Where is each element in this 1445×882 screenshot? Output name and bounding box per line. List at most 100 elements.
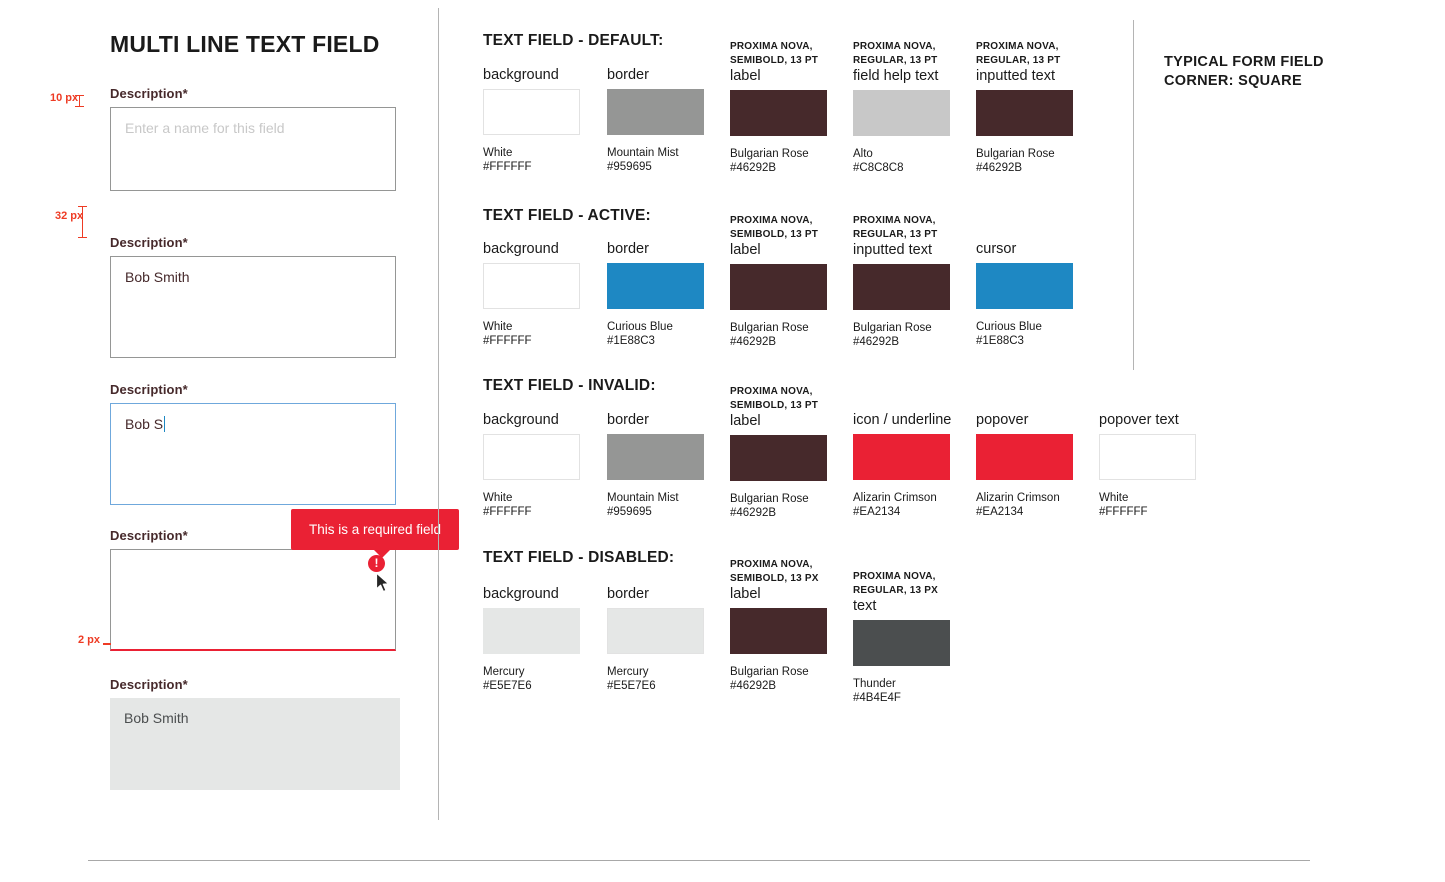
swatch-name: text: [853, 598, 877, 614]
swatch-hex: #FFFFFF: [483, 161, 532, 173]
divider-right: [1133, 20, 1134, 370]
swatch-color-name: Bulgarian Rose: [730, 148, 809, 160]
swatch-chip: [730, 264, 827, 310]
textarea-active[interactable]: Bob S: [110, 403, 396, 505]
swatch-chip: [976, 90, 1073, 136]
swatch-disabled-label: PROXIMA NOVA, SEMIBOLD, 13 PX label Bulg…: [730, 558, 840, 693]
swatch-chip: [730, 90, 827, 136]
measure-line-32px: [82, 206, 83, 238]
swatch-font-note: PROXIMA NOVA, REGULAR, 13 PT: [853, 41, 938, 66]
spec-heading-invalid: TEXT FIELD - INVALID:: [483, 377, 656, 394]
swatch-name: inputted text: [853, 242, 932, 258]
measure-line-2px: [103, 643, 111, 645]
swatch-name: field help text: [853, 68, 939, 84]
swatch-color-name: Bulgarian Rose: [730, 322, 809, 334]
swatch-disabled-text: PROXIMA NOVA, REGULAR, 13 PX text Thunde…: [853, 570, 963, 705]
swatch-hex: #959695: [607, 506, 652, 518]
swatch-hex: #E5E7E6: [483, 680, 532, 692]
bottom-rule: [88, 860, 1310, 861]
divider-left: [438, 8, 439, 820]
swatch-default-inputted-text: PROXIMA NOVA, REGULAR, 13 PT inputted te…: [976, 40, 1086, 175]
swatch-font-note: PROXIMA NOVA, REGULAR, 13 PX: [853, 571, 939, 596]
field-label-disabled: Description*: [110, 677, 188, 692]
measure-cap-32px-bottom: [78, 237, 87, 238]
textarea-invalid[interactable]: [110, 549, 396, 651]
swatch-name: label: [730, 68, 761, 84]
swatch-hex: #46292B: [853, 336, 900, 348]
textarea-value-disabled: Bob Smith: [124, 710, 189, 726]
textarea-filled[interactable]: Bob Smith: [110, 256, 396, 358]
swatch-chip: [853, 264, 950, 310]
swatch-hex: #46292B: [976, 162, 1023, 174]
swatch-name: icon / underline: [853, 412, 952, 428]
swatch-hex: #46292B: [730, 680, 777, 692]
swatch-color-name: Mercury: [607, 666, 649, 678]
swatch-color-name: Mountain Mist: [607, 492, 679, 504]
textarea-default[interactable]: Enter a name for this field: [110, 107, 396, 191]
swatch-name: border: [607, 586, 649, 602]
swatch-active-background: background White #FFFFFF: [483, 240, 593, 348]
swatch-chip: [607, 89, 704, 135]
swatch-color-name: White: [483, 492, 513, 504]
swatch-name: label: [730, 413, 761, 429]
swatch-color-name: Bulgarian Rose: [976, 148, 1055, 160]
swatch-name: background: [483, 241, 559, 257]
swatch-hex: #C8C8C8: [853, 162, 904, 174]
exclamation-icon[interactable]: !: [368, 555, 385, 572]
measure-cap-32px-top: [78, 206, 87, 207]
swatch-font-note: PROXIMA NOVA, REGULAR, 13 PT: [976, 41, 1061, 66]
swatch-font-note: PROXIMA NOVA, SEMIBOLD, 13 PX: [730, 559, 819, 584]
swatch-chip: [607, 608, 704, 654]
swatch-color-name: White: [1099, 492, 1129, 504]
swatch-active-inputted-text: PROXIMA NOVA, REGULAR, 13 PT inputted te…: [853, 214, 963, 349]
swatch-active-border: border Curious Blue #1E88C3: [607, 240, 717, 348]
swatch-chip: [853, 620, 950, 666]
swatch-color-name: White: [483, 321, 513, 333]
page-title: MULTI LINE TEXT FIELD: [110, 31, 380, 57]
swatch-color-name: Thunder: [853, 678, 896, 690]
swatch-hex: #EA2134: [853, 506, 901, 518]
swatch-hex: #46292B: [730, 507, 777, 519]
textarea-value-filled: Bob Smith: [125, 269, 190, 285]
swatch-color-name: Alizarin Crimson: [853, 492, 937, 504]
swatch-name: cursor: [976, 241, 1017, 257]
swatch-chip: [976, 434, 1073, 480]
swatch-hex: #1E88C3: [976, 335, 1024, 347]
swatch-hex: #46292B: [730, 336, 777, 348]
mouse-pointer-icon: [375, 572, 391, 599]
swatch-name: background: [483, 412, 559, 428]
swatch-hex: #FFFFFF: [1099, 506, 1148, 518]
spec-heading-default: TEXT FIELD - DEFAULT:: [483, 32, 664, 49]
swatch-name: popover: [976, 412, 1029, 428]
swatch-name: label: [730, 242, 761, 258]
spec-heading-disabled: TEXT FIELD - DISABLED:: [483, 549, 675, 566]
swatch-chip: [483, 89, 580, 135]
swatch-font-note: PROXIMA NOVA, SEMIBOLD, 13 PT: [730, 41, 819, 66]
swatch-chip: [483, 608, 580, 654]
swatch-color-name: Bulgarian Rose: [730, 666, 809, 678]
swatch-chip: [1099, 434, 1196, 480]
swatch-name: label: [730, 586, 761, 602]
swatch-name: border: [607, 241, 649, 257]
swatch-name: background: [483, 586, 559, 602]
form-field-active: Description* Bob S: [110, 382, 396, 505]
swatch-chip: [483, 263, 580, 309]
typical-form-field-note: TYPICAL FORM FIELD CORNER: SQUARE: [1164, 54, 1324, 89]
swatch-default-border: border Mountain Mist #959695: [607, 66, 717, 174]
swatch-chip: [483, 434, 580, 480]
swatch-active-label: PROXIMA NOVA, SEMIBOLD, 13 PT label Bulg…: [730, 214, 840, 349]
swatch-color-name: Bulgarian Rose: [730, 493, 809, 505]
swatch-color-name: Mountain Mist: [607, 147, 679, 159]
swatch-default-background: background White #FFFFFF: [483, 66, 593, 174]
swatch-color-name: Curious Blue: [607, 321, 673, 333]
swatch-color-name: Alto: [853, 148, 873, 160]
validation-popover-text: This is a required field: [309, 522, 442, 537]
swatch-default-label: PROXIMA NOVA, SEMIBOLD, 13 PT label Bulg…: [730, 40, 840, 175]
swatch-disabled-background: background Mercury #E5E7E6: [483, 585, 593, 693]
swatch-hex: #959695: [607, 161, 652, 173]
swatch-invalid-background: background White #FFFFFF: [483, 411, 593, 519]
swatch-invalid-icon-underline: icon / underline Alizarin Crimson #EA2134: [853, 411, 983, 519]
swatch-color-name: Bulgarian Rose: [853, 322, 932, 334]
field-label-active: Description*: [110, 382, 188, 397]
field-label-filled: Description*: [110, 235, 188, 250]
